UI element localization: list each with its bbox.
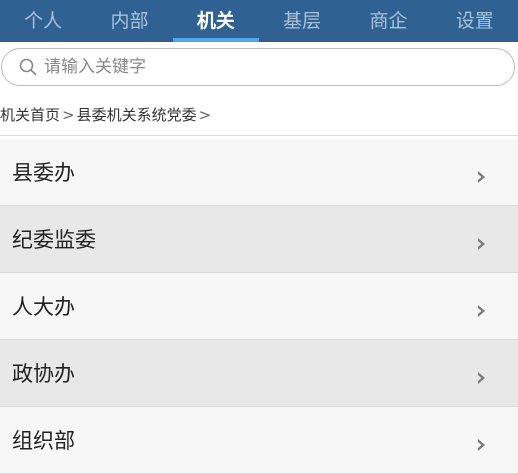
chevron-right-icon: [476, 433, 488, 451]
search-input[interactable]: [44, 57, 484, 77]
chevron-right-icon: [476, 299, 488, 317]
chevron-right-icon: [476, 165, 488, 183]
list-item-label: 纪委监委: [12, 228, 96, 252]
tab-agencies[interactable]: 机关: [172, 0, 260, 42]
search-area: [0, 42, 518, 98]
list-item-label: 组织部: [12, 429, 75, 453]
list-item-label: 人大办: [12, 295, 75, 319]
list-item[interactable]: 政协办: [0, 340, 518, 407]
tab-grassroots[interactable]: 基层: [259, 0, 345, 38]
top-tab-bar: 个人 内部 机关 基层 商企 设置: [0, 0, 518, 42]
list-item[interactable]: 纪委监委: [0, 206, 518, 273]
tab-personal[interactable]: 个人: [0, 0, 86, 38]
chevron-right-icon: [476, 232, 488, 250]
list-item-label: 政协办: [12, 362, 75, 386]
list-item-label: 县委办: [12, 161, 75, 185]
department-list: 县委办 纪委监委 人大办 政协办 组织部: [0, 139, 518, 474]
chevron-right-icon: [476, 366, 488, 384]
tab-business[interactable]: 商企: [345, 0, 431, 38]
tab-internal[interactable]: 内部: [86, 0, 172, 38]
breadcrumb-current[interactable]: 县委机关系统党委: [77, 104, 197, 125]
list-item[interactable]: 县委办: [0, 139, 518, 206]
list-item[interactable]: 人大办: [0, 273, 518, 340]
search-icon: [18, 57, 38, 77]
breadcrumb-separator: >: [62, 105, 75, 124]
breadcrumb-separator: >: [198, 105, 212, 124]
search-box[interactable]: [1, 48, 515, 86]
breadcrumb: 机关首页 > 县委机关系统党委 >: [0, 100, 518, 136]
breadcrumb-home[interactable]: 机关首页: [0, 104, 60, 125]
tab-settings[interactable]: 设置: [432, 0, 518, 38]
